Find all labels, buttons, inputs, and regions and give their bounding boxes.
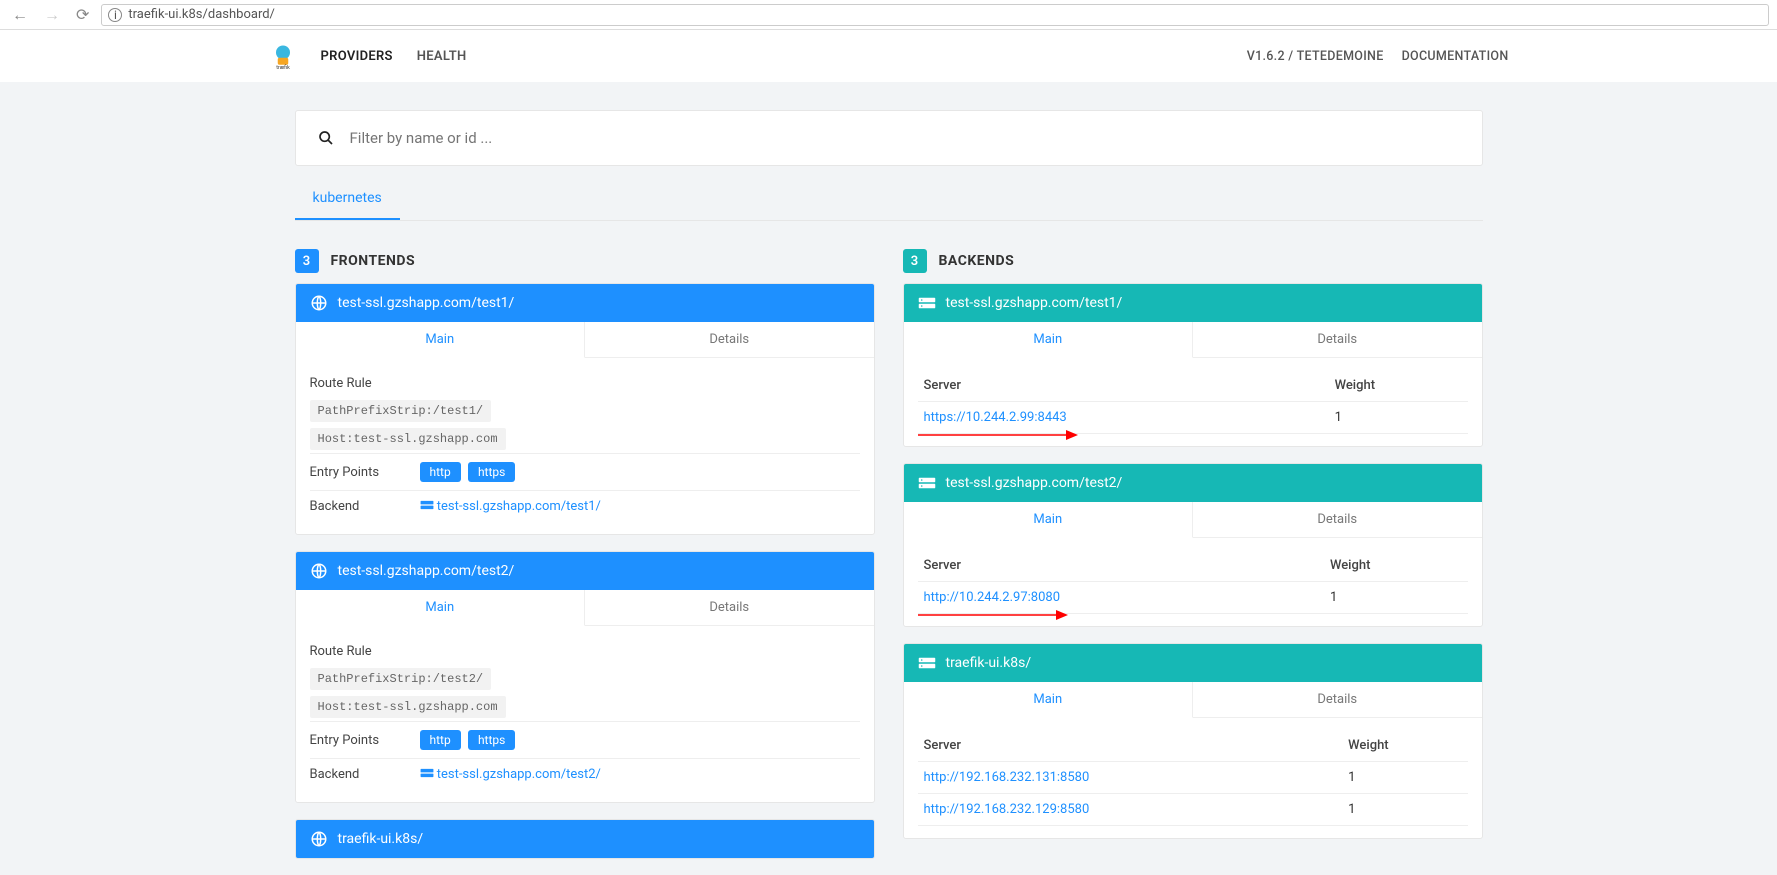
col-weight: Weight	[1329, 370, 1468, 402]
route-rule-label: Route Rule	[310, 376, 860, 391]
entry-points-label: Entry Points	[310, 733, 420, 748]
route-rule: PathPrefixStrip:/test1/	[310, 400, 492, 422]
backend-title: test-ssl.gzshapp.com/test2/	[946, 475, 1123, 491]
server-weight: 1	[1342, 794, 1467, 826]
col-server: Server	[918, 730, 1343, 762]
entry-point-pill: https	[468, 462, 515, 482]
server-icon	[420, 500, 434, 510]
frontends-column: 3 FRONTENDS test-ssl.gzshapp.com/test1/ …	[295, 249, 875, 875]
server-weight: 1	[1342, 762, 1467, 794]
server-icon	[420, 768, 434, 778]
server-url[interactable]: http://192.168.232.129:8580	[918, 794, 1343, 826]
filter-card	[295, 110, 1483, 166]
col-server: Server	[918, 370, 1329, 402]
globe-icon	[310, 830, 328, 848]
frontend-title: test-ssl.gzshapp.com/test1/	[338, 295, 515, 311]
server-url[interactable]: http://192.168.232.131:8580	[918, 762, 1343, 794]
frontends-title: FRONTENDS	[331, 253, 416, 269]
server-icon	[918, 654, 936, 672]
traefik-logo: træfik	[269, 42, 297, 70]
backends-title: BACKENDS	[939, 253, 1015, 269]
entry-point-pill: http	[420, 730, 461, 750]
svg-text:træfik: træfik	[276, 64, 290, 70]
server-icon	[918, 474, 936, 492]
address-bar[interactable]: i traefik-ui.k8s/dashboard/	[101, 4, 1769, 26]
reload-button[interactable]: ⟳	[72, 3, 93, 26]
frontends-count-badge: 3	[295, 249, 319, 273]
tab-details[interactable]: Details	[585, 322, 874, 358]
tab-main[interactable]: Main	[296, 322, 586, 358]
route-rule: Host:test-ssl.gzshapp.com	[310, 696, 506, 718]
server-weight: 1	[1324, 582, 1468, 614]
nav-providers[interactable]: PROVIDERS	[321, 49, 393, 64]
col-server: Server	[918, 550, 1324, 582]
frontend-card: test-ssl.gzshapp.com/test1/ Main Details…	[295, 283, 875, 535]
entry-point-pill: http	[420, 462, 461, 482]
route-rule-label: Route Rule	[310, 644, 860, 659]
frontend-card: traefik-ui.k8s/	[295, 819, 875, 859]
globe-icon	[310, 562, 328, 580]
tab-details[interactable]: Details	[1193, 322, 1482, 358]
tab-main[interactable]: Main	[904, 682, 1194, 718]
frontend-title: traefik-ui.k8s/	[338, 831, 424, 847]
backend-link[interactable]: test-ssl.gzshapp.com/test2/	[420, 767, 601, 782]
backend-label: Backend	[310, 499, 420, 514]
backend-title: test-ssl.gzshapp.com/test1/	[946, 295, 1123, 311]
filter-input[interactable]	[350, 129, 1460, 147]
back-button[interactable]: ←	[8, 3, 32, 27]
tab-details[interactable]: Details	[585, 590, 874, 626]
backend-card: test-ssl.gzshapp.com/test2/ Main Details…	[903, 463, 1483, 627]
backend-card: test-ssl.gzshapp.com/test1/ Main Details…	[903, 283, 1483, 447]
server-weight: 1	[1329, 402, 1468, 434]
nav-health[interactable]: HEALTH	[417, 49, 467, 64]
nav-documentation[interactable]: DOCUMENTATION	[1402, 49, 1509, 64]
backend-label: Backend	[310, 767, 420, 782]
backend-title: traefik-ui.k8s/	[946, 655, 1032, 671]
provider-tab-kubernetes[interactable]: kubernetes	[295, 178, 400, 220]
browser-toolbar: ← → ⟳ i traefik-ui.k8s/dashboard/	[0, 0, 1777, 30]
route-rule: Host:test-ssl.gzshapp.com	[310, 428, 506, 450]
tab-details[interactable]: Details	[1193, 502, 1482, 538]
version-label: V1.6.2 / TETEDEMOINE	[1247, 49, 1384, 64]
entry-points-label: Entry Points	[310, 465, 420, 480]
tab-main[interactable]: Main	[904, 322, 1194, 358]
server-icon	[918, 294, 936, 312]
provider-tabs: kubernetes	[295, 178, 1483, 221]
search-icon	[318, 130, 334, 146]
backend-link[interactable]: test-ssl.gzshapp.com/test1/	[420, 499, 601, 514]
tab-details[interactable]: Details	[1193, 682, 1482, 718]
col-weight: Weight	[1342, 730, 1467, 762]
frontend-title: test-ssl.gzshapp.com/test2/	[338, 563, 515, 579]
frontend-card: test-ssl.gzshapp.com/test2/ Main Details…	[295, 551, 875, 803]
tab-main[interactable]: Main	[296, 590, 586, 626]
backend-card: traefik-ui.k8s/ Main Details ServerWeigh…	[903, 643, 1483, 839]
globe-icon	[310, 294, 328, 312]
tab-main[interactable]: Main	[904, 502, 1194, 538]
site-info-icon: i	[108, 8, 122, 22]
url-text: traefik-ui.k8s/dashboard/	[128, 7, 275, 22]
backends-column: 3 BACKENDS test-ssl.gzshapp.com/test1/ M…	[903, 249, 1483, 875]
backends-count-badge: 3	[903, 249, 927, 273]
top-nav: træfik PROVIDERS HEALTH V1.6.2 / TETEDEM…	[249, 30, 1529, 82]
route-rule: PathPrefixStrip:/test2/	[310, 668, 492, 690]
entry-point-pill: https	[468, 730, 515, 750]
col-weight: Weight	[1324, 550, 1468, 582]
forward-button[interactable]: →	[40, 3, 64, 27]
